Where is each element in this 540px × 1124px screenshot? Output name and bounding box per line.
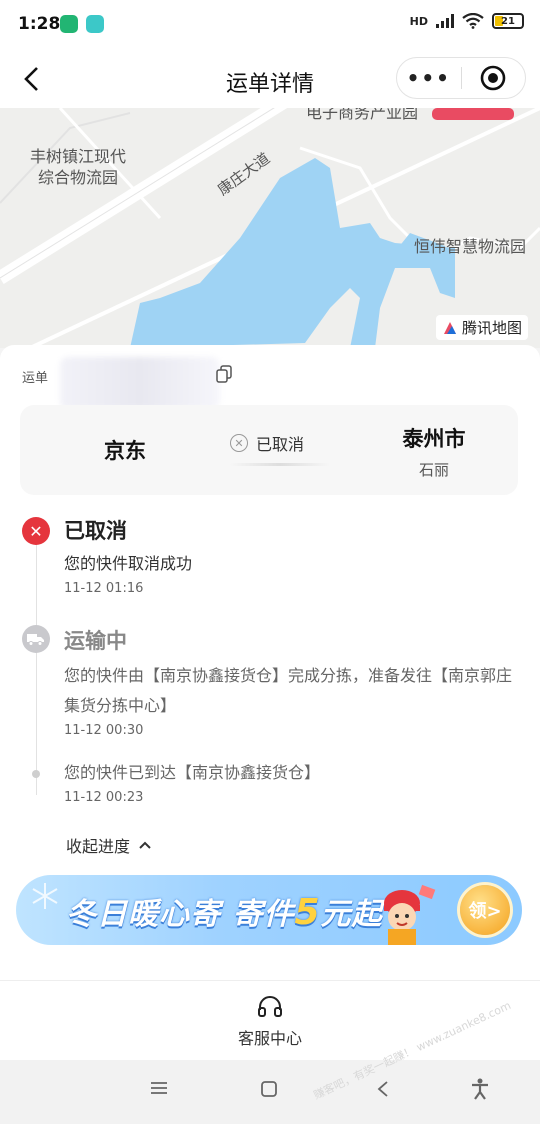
- map-label-ecommerce: 电子商务产业园: [306, 108, 419, 122]
- receiver-name: 石丽: [418, 461, 449, 479]
- detail-sheet: 运单 京东 ✕ 已取消 泰州市 石丽 ✕ 已取消 您的快件取消成功 11-12 …: [0, 345, 540, 985]
- promo-text-a: 冬日暖心寄 寄件: [66, 897, 295, 932]
- receiver-city: 泰州市: [402, 427, 466, 451]
- shield-app-icon: [60, 15, 78, 33]
- cancel-icon: ✕: [230, 434, 248, 452]
- send-app-icon: [86, 15, 104, 33]
- event-title: 运输中: [64, 629, 127, 653]
- chevron-up-icon: [139, 841, 151, 849]
- map-label-logistics-park: 丰树镇江现代 综合物流园: [30, 147, 127, 187]
- route-line: [230, 463, 330, 466]
- timeline-event: 已取消 您的快件取消成功 11-12 01:16: [64, 515, 519, 596]
- route-card: 京东 ✕ 已取消 泰州市 石丽: [20, 405, 518, 495]
- timeline-event: 您的快件已到达【南京协鑫接货仓】 11-12 00:23: [64, 758, 519, 805]
- route-status: ✕ 已取消: [230, 431, 304, 455]
- status-bar: 1:28 HD 21: [0, 0, 540, 50]
- accessibility-icon[interactable]: [470, 1078, 490, 1100]
- promo-banner[interactable]: 冬日暖心寄 寄件5元起 领>: [16, 875, 522, 945]
- collapse-label: 收起进度: [66, 837, 131, 856]
- truck-glyph: [27, 634, 44, 646]
- snowflake-icon: [32, 883, 58, 909]
- nav-bar: 运单详情 •••: [0, 50, 540, 108]
- promo-text: 冬日暖心寄 寄件5元起: [66, 889, 383, 933]
- wifi-icon: [462, 13, 484, 29]
- status-time: 1:28: [18, 14, 61, 34]
- event-time: 11-12 00:30: [64, 723, 144, 738]
- target-icon: [480, 65, 506, 91]
- waybill-number-redacted: [60, 357, 220, 409]
- route-status-label: 已取消: [256, 435, 305, 454]
- event-desc: 您的快件由【南京协鑫接货仓】完成分拣，准备发往【南京郭庄集货分拣中心】: [64, 666, 513, 715]
- battery-level: 21: [501, 15, 515, 27]
- event-time: 11-12 01:16: [64, 581, 144, 596]
- receiver: 泰州市 石丽: [380, 423, 488, 480]
- home-icon[interactable]: [260, 1080, 278, 1098]
- mini-program-capsule: •••: [396, 57, 526, 99]
- tencent-map-icon: [443, 321, 456, 334]
- system-nav-bar: [0, 1060, 540, 1124]
- more-button[interactable]: •••: [397, 66, 461, 90]
- network-label: HD: [409, 14, 428, 28]
- copy-icon[interactable]: [216, 365, 232, 383]
- waybill-prefix: 运单: [22, 371, 49, 386]
- event-desc: 您的快件取消成功: [64, 554, 193, 573]
- signal-icon: [436, 14, 454, 28]
- promo-amount: 5: [294, 892, 321, 933]
- timeline-line: [36, 545, 37, 795]
- collapse-progress-button[interactable]: 收起进度: [66, 833, 152, 857]
- truck-icon: [22, 625, 50, 653]
- close-miniprogram-button[interactable]: [462, 65, 526, 91]
- map-canvas: [0, 108, 540, 348]
- sender-name: 京东: [104, 439, 146, 463]
- timeline-event: 运输中 您的快件由【南京协鑫接货仓】完成分拣，准备发往【南京郭庄集货分拣中心】 …: [64, 625, 519, 738]
- claim-button[interactable]: 领>: [460, 885, 510, 935]
- tencent-map-text: 腾讯地图: [461, 319, 522, 337]
- headset-icon: [258, 996, 282, 1017]
- map-view[interactable]: 丰树镇江现代 综合物流园 康庄大道 恒伟智慧物流园 电子商务产业园 腾讯地图: [0, 108, 540, 348]
- customer-service-label: 客服中心: [237, 1029, 302, 1048]
- back-nav-icon[interactable]: [376, 1080, 390, 1098]
- event-time: 11-12 00:23: [64, 790, 144, 805]
- menu-icon[interactable]: [150, 1080, 168, 1096]
- status-right: HD 21: [410, 13, 524, 29]
- event-desc: 您的快件已到达【南京协鑫接货仓】: [64, 763, 321, 782]
- battery-icon: 21: [492, 13, 524, 29]
- event-title: 已取消: [64, 519, 127, 543]
- tencent-map-logo: 腾讯地图: [435, 315, 528, 340]
- timeline-dot: [32, 770, 40, 778]
- courier-mascot-icon: [384, 884, 436, 945]
- cancelled-status-icon: ✕: [22, 517, 50, 545]
- map-label-hengwei: 恒伟智慧物流园: [414, 237, 527, 256]
